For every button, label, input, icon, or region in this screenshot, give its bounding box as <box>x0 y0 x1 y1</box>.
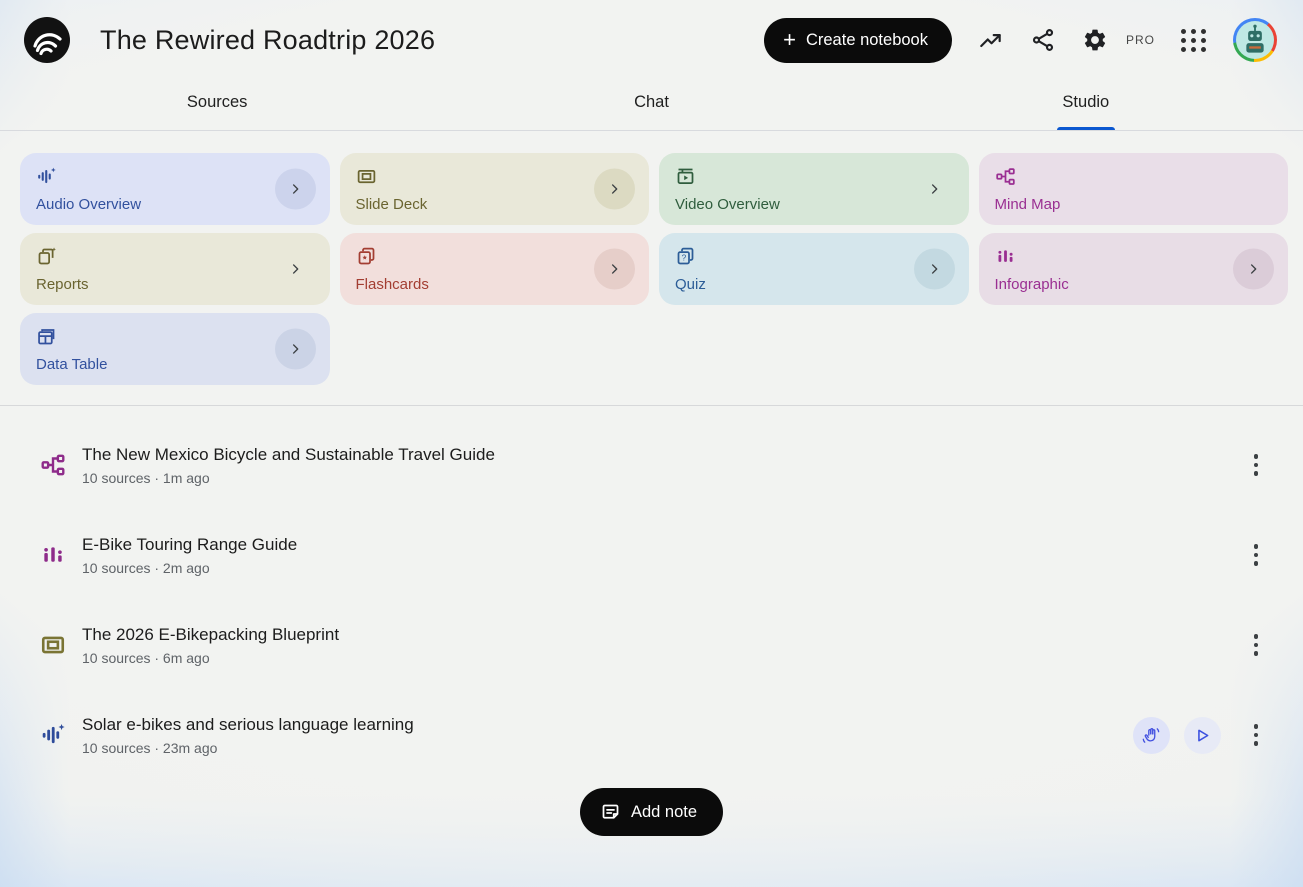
create-notebook-button[interactable]: + Create notebook <box>764 17 952 63</box>
add-note-label: Add note <box>630 802 698 821</box>
card-label: Flashcards <box>355 276 429 293</box>
more-options-icon[interactable] <box>1243 538 1269 572</box>
slide-deck-icon <box>40 632 66 658</box>
flashcards-icon <box>356 246 377 267</box>
card-label: Data Table <box>36 356 108 373</box>
more-options-icon[interactable] <box>1243 448 1269 482</box>
chevron-right-icon[interactable] <box>1233 248 1274 290</box>
notebook-title[interactable]: The Rewired Roadtrip 2026 <box>100 25 435 56</box>
artifact-meta: 10 sources · 6m ago <box>82 649 210 666</box>
more-options-icon[interactable] <box>1243 718 1269 752</box>
card-video-overview[interactable]: Video Overview <box>659 153 969 225</box>
artifact-title: Solar e-bikes and serious language learn… <box>82 714 414 734</box>
studio-list-divider <box>0 405 1303 406</box>
notebooklm-logo[interactable] <box>24 17 70 63</box>
artifact-list: The New Mexico Bicycle and Sustainable T… <box>0 420 1303 780</box>
artifact-title: The New Mexico Bicycle and Sustainable T… <box>82 444 495 464</box>
play-icon[interactable] <box>1184 716 1221 754</box>
card-flashcards[interactable]: Flashcards <box>339 233 649 305</box>
card-label: Quiz <box>675 276 706 293</box>
chevron-right-icon[interactable] <box>274 168 316 210</box>
tab-chat[interactable]: Chat <box>434 84 868 130</box>
card-reports[interactable]: Reports <box>20 233 330 305</box>
note-icon <box>600 802 621 823</box>
mind-map-icon <box>995 166 1016 187</box>
create-notebook-label: Create notebook <box>805 30 928 49</box>
plus-icon: + <box>783 27 796 52</box>
avatar[interactable] <box>1233 18 1277 62</box>
chevron-right-icon[interactable] <box>274 328 316 370</box>
add-note-button[interactable]: Add note <box>579 788 724 836</box>
tab-studio[interactable]: Studio <box>869 84 1303 130</box>
card-quiz[interactable]: ? Quiz <box>659 233 969 305</box>
audio-waveform-icon <box>40 722 66 748</box>
list-item[interactable]: The New Mexico Bicycle and Sustainable T… <box>0 420 1303 510</box>
card-label: Video Overview <box>675 196 780 213</box>
chevron-right-icon[interactable] <box>594 248 635 290</box>
chevron-right-icon[interactable] <box>914 169 955 210</box>
tab-sources[interactable]: Sources <box>0 84 434 130</box>
artifact-title: E-Bike Touring Range Guide <box>82 534 298 554</box>
card-label: Infographic <box>994 276 1069 293</box>
card-data-table[interactable]: Data Table <box>20 313 330 385</box>
app-header: The Rewired Roadtrip 2026 + Create noteb… <box>0 0 1303 80</box>
studio-card-grid: Audio Overview Slide Deck Video Overview <box>20 153 1288 385</box>
card-mind-map[interactable]: Mind Map <box>978 153 1288 225</box>
active-tab-underline <box>1056 127 1115 130</box>
card-label: Slide Deck <box>355 196 428 213</box>
slide-deck-icon <box>356 166 377 187</box>
infographic-icon <box>40 542 66 568</box>
list-item[interactable]: The 2026 E-Bikepacking Blueprint 10 sour… <box>0 600 1303 690</box>
artifact-meta: 10 sources · 2m ago <box>82 559 210 576</box>
card-slide-deck[interactable]: Slide Deck <box>339 153 649 225</box>
infographic-icon <box>995 246 1016 267</box>
artifact-meta: 10 sources · 1m ago <box>82 469 210 486</box>
main-tabs: Sources Chat Studio <box>0 84 1303 131</box>
chevron-right-icon[interactable] <box>913 248 955 290</box>
tab-sources-label: Sources <box>186 93 248 111</box>
tab-studio-label: Studio <box>1062 93 1110 111</box>
artifact-meta: 10 sources · 23m ago <box>82 739 218 756</box>
video-overview-icon <box>675 166 696 187</box>
share-icon[interactable] <box>1030 27 1056 53</box>
audio-waveform-icon <box>36 166 57 187</box>
data-table-icon <box>36 326 57 347</box>
chevron-right-icon[interactable] <box>275 249 316 290</box>
list-item[interactable]: Solar e-bikes and serious language learn… <box>0 690 1303 780</box>
pro-badge: PRO <box>1125 33 1155 47</box>
tab-chat-label: Chat <box>634 93 669 111</box>
svg-text:?: ? <box>682 253 687 263</box>
trending-up-icon[interactable] <box>978 27 1004 53</box>
interactive-mode-hand-icon[interactable] <box>1133 716 1170 754</box>
card-label: Reports <box>36 276 89 293</box>
card-label: Mind Map <box>994 196 1061 213</box>
apps-grid-icon[interactable] <box>1181 28 1207 52</box>
quiz-icon: ? <box>675 246 696 267</box>
reports-icon <box>36 246 57 267</box>
more-options-icon[interactable] <box>1243 628 1269 662</box>
settings-icon[interactable] <box>1082 27 1108 53</box>
card-infographic[interactable]: Infographic <box>978 233 1288 305</box>
artifact-title: The 2026 E-Bikepacking Blueprint <box>82 624 340 644</box>
chevron-right-icon[interactable] <box>594 168 635 210</box>
mind-map-icon <box>40 452 66 478</box>
list-item[interactable]: E-Bike Touring Range Guide 10 sources · … <box>0 510 1303 600</box>
card-audio-overview[interactable]: Audio Overview <box>20 153 330 225</box>
card-label: Audio Overview <box>36 196 142 213</box>
